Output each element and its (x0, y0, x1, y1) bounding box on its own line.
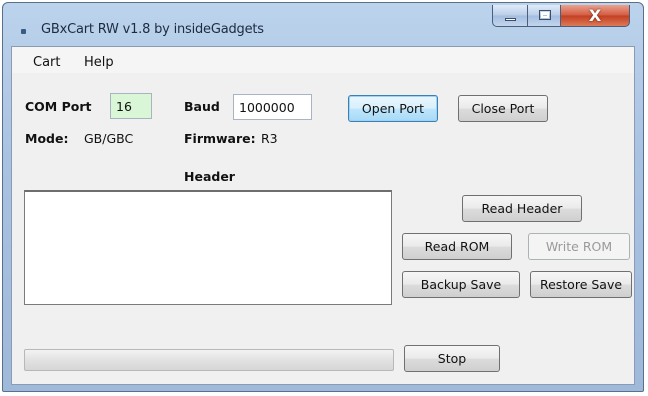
open-port-button[interactable]: Open Port (348, 95, 438, 122)
app-window: GBxCart RW v1.8 by insideGadgets X Cart … (2, 2, 644, 392)
stop-button[interactable]: Stop (404, 345, 500, 372)
minimize-button[interactable] (492, 5, 528, 27)
firmware-label: Firmware: (184, 131, 256, 146)
write-rom-button[interactable]: Write ROM (528, 233, 630, 260)
title-bar[interactable]: GBxCart RW v1.8 by insideGadgets X (3, 3, 643, 45)
close-icon: X (588, 6, 602, 25)
close-port-button[interactable]: Close Port (458, 95, 548, 122)
read-rom-button[interactable]: Read ROM (402, 233, 512, 260)
window-title: GBxCart RW v1.8 by insideGadgets (41, 22, 264, 37)
backup-save-button[interactable]: Backup Save (402, 271, 520, 298)
menu-bar: Cart Help (12, 47, 634, 73)
maximize-icon (539, 10, 551, 20)
firmware-value: R3 (261, 131, 278, 146)
close-button[interactable]: X (560, 5, 630, 27)
com-port-label: COM Port (25, 99, 92, 114)
read-header-button[interactable]: Read Header (462, 195, 582, 222)
header-textarea[interactable] (24, 190, 392, 305)
restore-save-button[interactable]: Restore Save (530, 271, 632, 298)
minimize-icon (505, 18, 516, 21)
maximize-button[interactable] (527, 5, 561, 27)
window-client-area: Cart Help COM Port 16 Baud 1000000 Open … (11, 46, 635, 385)
menu-help[interactable]: Help (84, 55, 114, 70)
header-label: Header (184, 169, 235, 184)
menu-cart[interactable]: Cart (33, 55, 61, 70)
app-icon (21, 29, 26, 34)
mode-label: Mode: (25, 131, 69, 146)
mode-value: GB/GBC (84, 131, 134, 146)
baud-field[interactable]: 1000000 (233, 94, 312, 120)
com-port-field[interactable]: 16 (110, 93, 152, 119)
progress-bar (24, 349, 394, 371)
baud-label: Baud (184, 99, 220, 114)
